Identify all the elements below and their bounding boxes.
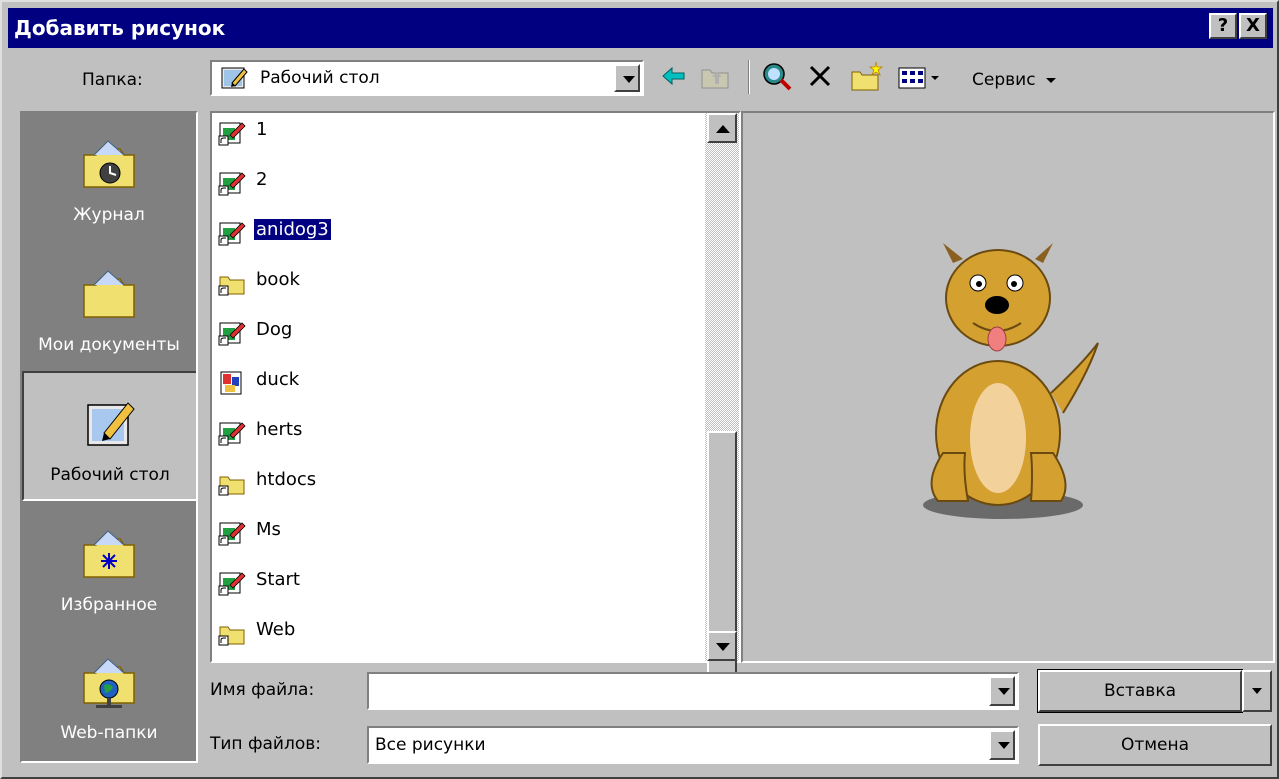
place-desktop[interactable]: Рабочий стол	[22, 371, 196, 501]
filetype-dropdown-button[interactable]	[989, 730, 1015, 760]
desktop-small-icon	[221, 67, 248, 89]
shortcut-icon	[218, 169, 246, 197]
chevron-down-icon	[1252, 688, 1262, 694]
web-folders-icon	[83, 658, 135, 708]
place-label: Журнал	[73, 205, 145, 225]
file-name: Start	[256, 569, 300, 590]
folder-shortcut-icon	[218, 619, 246, 647]
shortcut-icon	[218, 419, 246, 447]
file-list[interactable]: 1 2 anidog3 book Dog duck herts htdocs Ms Start We…	[210, 111, 741, 707]
place-label: Избранное	[60, 595, 158, 615]
file-name: herts	[256, 419, 303, 440]
place-label: Мои документы	[38, 335, 180, 355]
folder-shortcut-icon	[218, 469, 246, 497]
preview-pane	[741, 111, 1275, 663]
folder-dropdown-button[interactable]	[614, 64, 640, 92]
file-name: htdocs	[256, 469, 317, 490]
scroll-down-button[interactable]	[707, 631, 737, 661]
folder-combo[interactable]: Рабочий стол	[210, 60, 644, 96]
scroll-thumb[interactable]	[707, 431, 737, 707]
arrow-up-icon	[716, 125, 730, 133]
dialog-title: Добавить рисунок	[14, 16, 226, 40]
my-documents-folder-icon	[83, 270, 135, 318]
folder-shortcut-icon	[218, 269, 246, 297]
shortcut-icon	[218, 319, 246, 347]
views-icon[interactable]	[896, 58, 942, 94]
file-name: 2	[256, 169, 268, 190]
place-my-documents[interactable]: Мои документы	[22, 243, 196, 373]
favorites-folder-icon	[83, 530, 135, 578]
file-name: anidog3	[253, 218, 332, 241]
file-name: duck	[256, 369, 300, 390]
arrow-down-icon	[716, 643, 730, 651]
close-button[interactable]: X	[1239, 13, 1267, 39]
place-history[interactable]: Журнал	[22, 113, 196, 243]
delete-icon[interactable]	[806, 58, 834, 94]
history-folder-icon	[83, 140, 135, 188]
place-web-folders[interactable]: Web-папки	[22, 631, 196, 761]
shortcut-icon	[218, 119, 246, 147]
file-name: Ms	[256, 519, 281, 540]
filename-label: Имя файла:	[210, 680, 315, 700]
back-arrow-icon[interactable]	[660, 58, 688, 94]
filename-input[interactable]	[367, 672, 1019, 710]
tools-menu[interactable]: Сервис	[972, 70, 1057, 90]
toolbar-separator	[748, 60, 750, 94]
shortcut-icon	[218, 219, 246, 247]
file-name: Web	[256, 619, 296, 640]
chevron-down-icon	[623, 76, 635, 83]
places-bar: Журнал Мои документы Рабочий стол Избран…	[20, 111, 198, 763]
cancel-button[interactable]: Отмена	[1038, 724, 1272, 766]
file-name: 1	[256, 119, 268, 140]
shortcut-icon	[218, 569, 246, 597]
desktop-icon	[87, 402, 135, 446]
filetype-label: Тип файлов:	[210, 734, 321, 754]
file-name: book	[256, 269, 300, 290]
new-folder-icon[interactable]	[848, 58, 886, 94]
vertical-scrollbar[interactable]	[705, 113, 739, 707]
search-web-icon[interactable]	[760, 58, 794, 94]
chevron-down-icon	[998, 688, 1010, 695]
place-favorites[interactable]: Избранное	[22, 503, 196, 633]
image-file-icon	[218, 369, 246, 397]
chevron-down-icon	[1045, 78, 1056, 83]
file-name: Dog	[256, 319, 293, 340]
insert-options-button[interactable]	[1242, 670, 1272, 712]
filetype-select[interactable]: Все рисунки	[367, 726, 1019, 764]
folder-value: Рабочий стол	[260, 68, 380, 88]
scroll-up-button[interactable]	[707, 113, 737, 143]
shortcut-icon	[218, 519, 246, 547]
filename-dropdown-button[interactable]	[989, 676, 1015, 706]
place-label: Web-папки	[60, 723, 158, 743]
title-bar[interactable]: Добавить рисунок ? X	[8, 8, 1273, 48]
help-button[interactable]: ?	[1209, 13, 1237, 39]
insert-button[interactable]: Вставка	[1037, 669, 1243, 713]
folder-label: Папка:	[82, 70, 143, 90]
filetype-value: Все рисунки	[375, 735, 486, 755]
up-folder-icon[interactable]	[696, 58, 736, 94]
chevron-down-icon	[998, 742, 1010, 749]
dog-preview-image	[923, 243, 1099, 519]
place-label: Рабочий стол	[50, 465, 170, 485]
